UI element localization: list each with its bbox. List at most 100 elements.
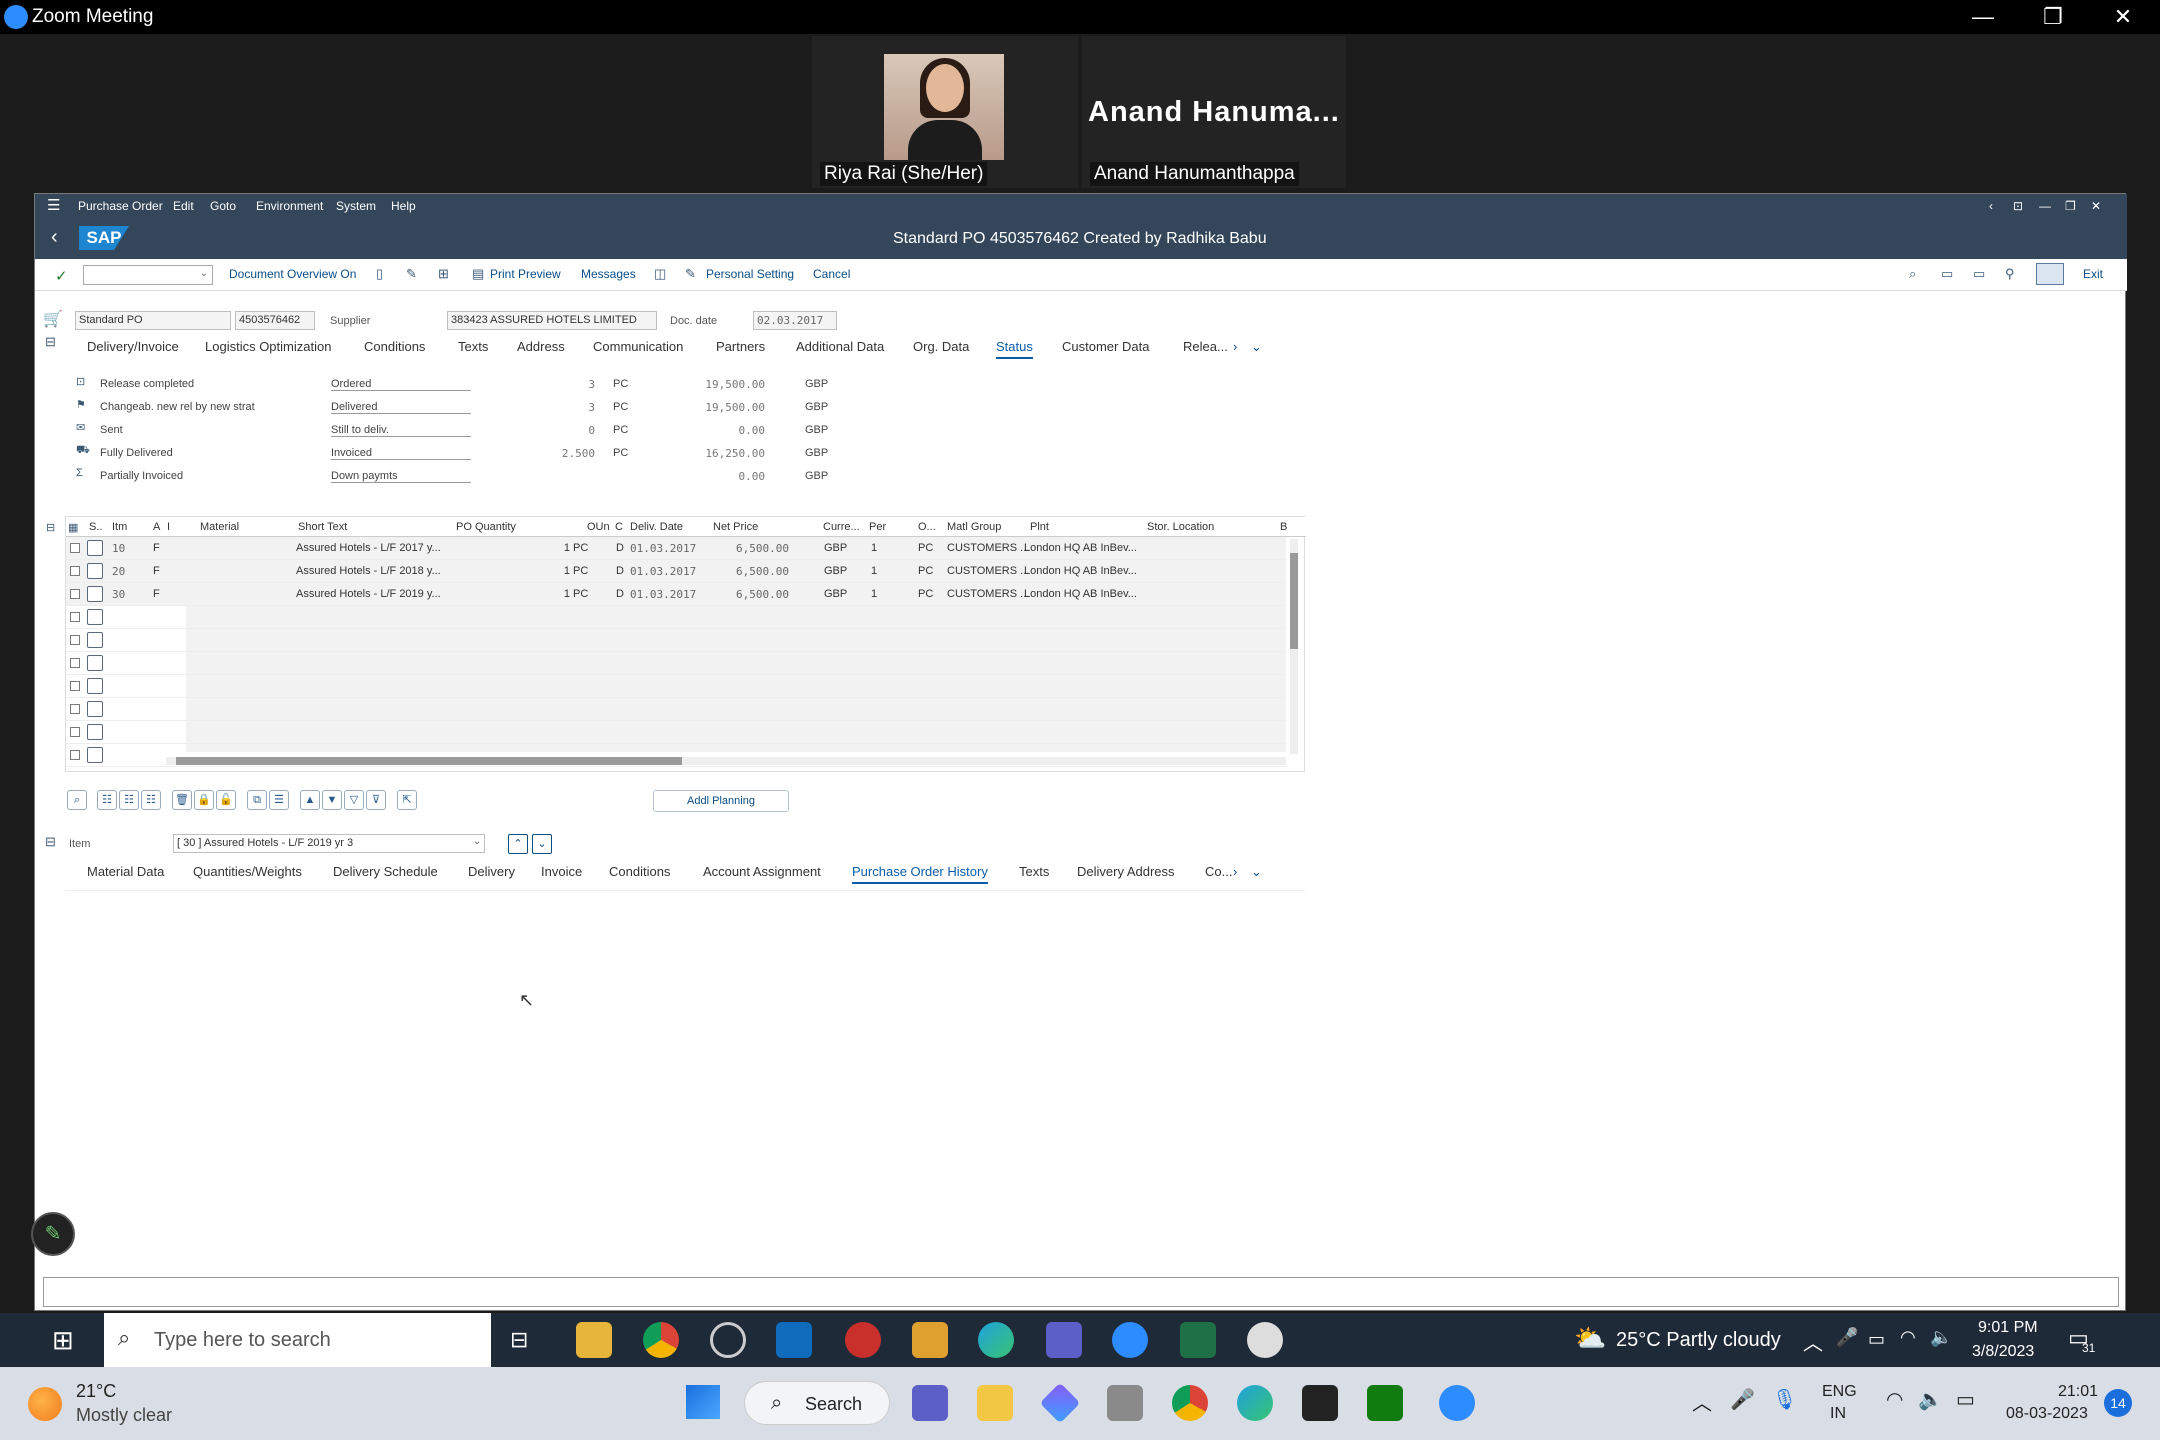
- cell-itm[interactable]: 10: [112, 542, 125, 555]
- cell-deliv-date[interactable]: 01.03.2017: [630, 588, 696, 601]
- po-type-select[interactable]: Standard PO: [75, 311, 231, 330]
- supplier-field[interactable]: 383423 ASSURED HOTELS LIMITED: [447, 311, 657, 330]
- cell-deliv-date[interactable]: 01.03.2017: [630, 542, 696, 555]
- vertical-scrollbar[interactable]: [1290, 539, 1298, 754]
- row-selector[interactable]: [70, 612, 80, 622]
- table-row[interactable]: [66, 698, 1286, 721]
- export-icon[interactable]: ⇱: [397, 790, 417, 810]
- cell-currency[interactable]: GBP: [824, 565, 847, 577]
- tab-account-assignment[interactable]: Account Assignment: [703, 864, 821, 879]
- minimize-icon[interactable]: —: [2039, 199, 2051, 213]
- close-icon[interactable]: ✕: [2091, 199, 2101, 213]
- collapse-items-icon[interactable]: ⊟: [46, 521, 55, 534]
- tab-more[interactable]: Co...: [1205, 864, 1232, 879]
- exit-button[interactable]: Exit: [2083, 267, 2103, 281]
- show-hidden-icons[interactable]: ︿: [1803, 1327, 1823, 1356]
- tab-status[interactable]: Status: [996, 339, 1033, 359]
- chrome-icon[interactable]: [1172, 1385, 1208, 1421]
- chevron-right-icon[interactable]: ›: [1233, 864, 1237, 879]
- cell-short-text[interactable]: Assured Hotels - L/F 2017 y...: [296, 542, 441, 554]
- table-row[interactable]: [66, 629, 1286, 652]
- microphone-icon[interactable]: 🎤: [1836, 1327, 1858, 1348]
- tab-conditions-item[interactable]: Conditions: [609, 864, 670, 879]
- back-icon[interactable]: ‹: [51, 226, 58, 249]
- cell-c[interactable]: D: [616, 542, 624, 554]
- print-preview-button[interactable]: Print Preview: [490, 267, 561, 281]
- messages-button[interactable]: Messages: [581, 267, 636, 281]
- layout-icon[interactable]: [2036, 263, 2064, 285]
- select-all-icon[interactable]: ☷: [97, 790, 117, 810]
- tab-invoice[interactable]: Invoice: [541, 864, 582, 879]
- link-icon[interactable]: ⚲: [2005, 266, 2015, 282]
- chevron-left-icon[interactable]: ‹: [1989, 199, 1993, 213]
- lock-icon[interactable]: 🔒: [194, 790, 214, 810]
- cell-matl-group[interactable]: CUSTOMERS ...: [947, 565, 1029, 577]
- addl-planning-button[interactable]: Addl Planning: [653, 790, 789, 812]
- details-icon[interactable]: ☰: [269, 790, 289, 810]
- col-order-unit[interactable]: O...: [918, 521, 936, 533]
- edge-icon[interactable]: [978, 1322, 1014, 1358]
- menu-edit[interactable]: Edit: [173, 199, 194, 213]
- cell-a[interactable]: F: [153, 588, 160, 600]
- language-code[interactable]: ENG: [1822, 1383, 1857, 1401]
- table-row[interactable]: 30 F Assured Hotels - L/F 2019 y... 1 PC D 01.…: [66, 583, 1286, 606]
- battery-icon[interactable]: ▭: [1868, 1329, 1885, 1350]
- tab-material-data[interactable]: Material Data: [87, 864, 164, 879]
- collapse-header-icon[interactable]: ⊟: [45, 334, 56, 350]
- weather-desc[interactable]: Mostly clear: [76, 1405, 172, 1426]
- row-checkbox[interactable]: [87, 586, 103, 602]
- cell-plant[interactable]: London HQ AB InBev...: [1024, 588, 1137, 600]
- windows-start-icon[interactable]: [686, 1385, 720, 1419]
- collapse-item-icon[interactable]: ⊟: [45, 834, 56, 850]
- filter-off-icon[interactable]: ⊽: [366, 790, 386, 810]
- wifi-icon[interactable]: ◠: [1900, 1327, 1916, 1348]
- weather-text[interactable]: 25°C Partly cloudy: [1616, 1329, 1781, 1352]
- cell-currency[interactable]: GBP: [824, 588, 847, 600]
- chevron-right-icon[interactable]: ›: [1233, 339, 1237, 354]
- row-checkbox[interactable]: [87, 724, 103, 740]
- col-material[interactable]: Material: [200, 521, 239, 533]
- app-icon-2[interactable]: [1247, 1322, 1283, 1358]
- row-checkbox[interactable]: [87, 540, 103, 556]
- deselect-icon[interactable]: ☷: [141, 790, 161, 810]
- tab-customer-data[interactable]: Customer Data: [1062, 339, 1149, 354]
- participant-tile-anand[interactable]: Anand Hanuma... Anand Hanumanthappa: [1082, 36, 1346, 188]
- grid-icon[interactable]: ▦: [68, 521, 78, 534]
- row-checkbox[interactable]: [87, 609, 103, 625]
- row-selector[interactable]: [70, 727, 80, 737]
- row-checkbox[interactable]: [87, 563, 103, 579]
- col-c[interactable]: C: [615, 521, 623, 533]
- menu-help[interactable]: Help: [391, 199, 416, 213]
- table-row[interactable]: [66, 675, 1286, 698]
- windows-start-icon[interactable]: ⊞: [52, 1325, 74, 1356]
- document-overview-button[interactable]: Document Overview On: [229, 267, 356, 281]
- cell-order-unit[interactable]: PC: [918, 588, 933, 600]
- cell-qty[interactable]: 1: [536, 542, 570, 554]
- restore-button[interactable]: ❐: [2018, 0, 2088, 34]
- personal-setting-button[interactable]: Personal Setting: [706, 267, 794, 281]
- cell-net-price[interactable]: 6,500.00: [736, 565, 789, 578]
- row-selector[interactable]: [70, 750, 80, 760]
- table-row[interactable]: [66, 652, 1286, 675]
- cell-a[interactable]: F: [153, 542, 160, 554]
- next-item-button[interactable]: ⌄: [532, 834, 552, 854]
- window-icon[interactable]: ▭: [1941, 266, 1953, 282]
- participant-tile-riya[interactable]: Riya Rai (She/Her): [812, 36, 1078, 188]
- tab-delivery-address[interactable]: Delivery Address: [1077, 864, 1175, 879]
- close-button[interactable]: ✕: [2088, 0, 2158, 34]
- zoom-icon[interactable]: ⌕: [67, 790, 87, 810]
- tab-logistics-optimization[interactable]: Logistics Optimization: [205, 339, 331, 354]
- unpin-icon[interactable]: ⊡: [2013, 199, 2023, 213]
- menu-environment[interactable]: Environment: [256, 199, 323, 213]
- tab-delivery[interactable]: Delivery: [468, 864, 515, 879]
- cell-currency[interactable]: GBP: [824, 542, 847, 554]
- unlock-icon[interactable]: 🔓: [216, 790, 236, 810]
- row-selector[interactable]: [70, 635, 80, 645]
- teams-icon[interactable]: [1046, 1322, 1082, 1358]
- row-selector[interactable]: [70, 543, 80, 553]
- menu-goto[interactable]: Goto: [210, 199, 236, 213]
- language-region[interactable]: IN: [1830, 1405, 1846, 1423]
- cell-net-price[interactable]: 6,500.00: [736, 542, 789, 555]
- cell-per[interactable]: 1: [871, 565, 877, 577]
- row-checkbox[interactable]: [87, 655, 103, 671]
